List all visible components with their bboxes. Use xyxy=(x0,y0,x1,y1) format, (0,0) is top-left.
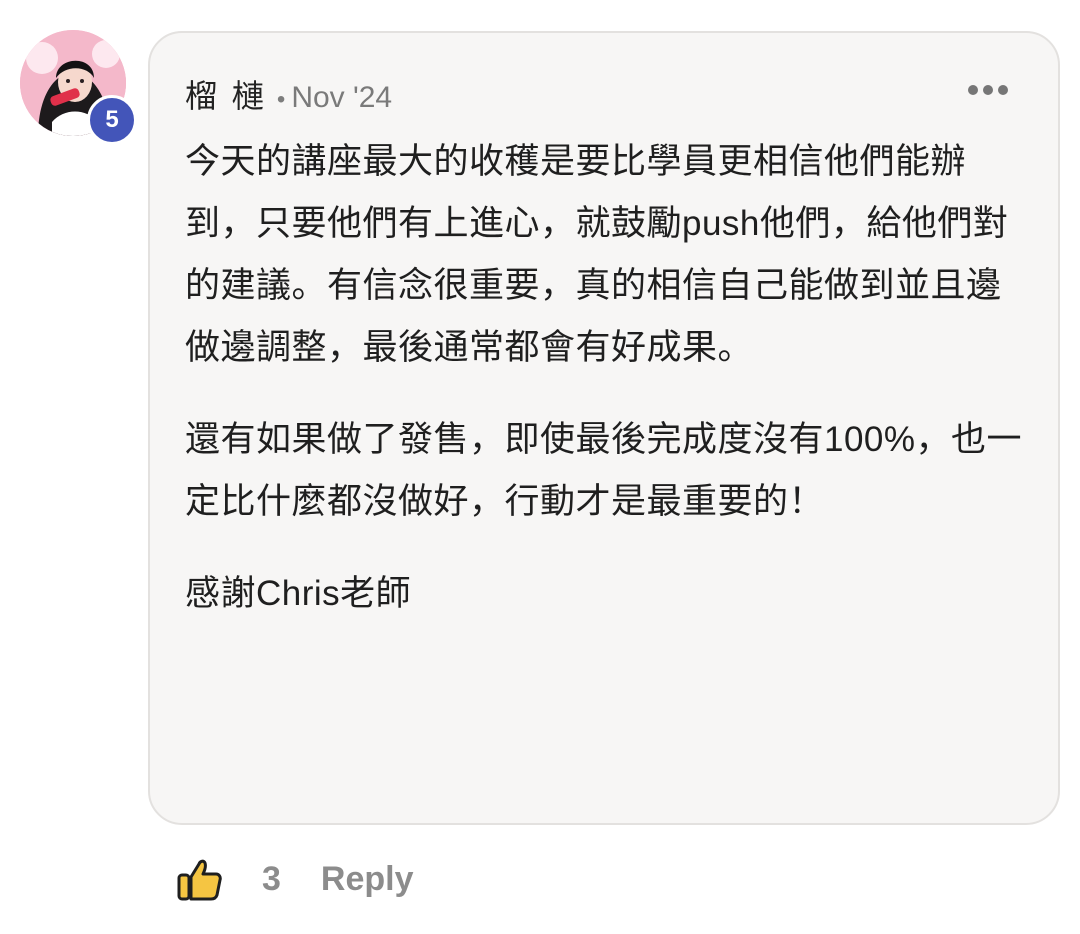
like-count: 3 xyxy=(262,859,281,898)
more-horizontal-icon xyxy=(968,85,978,95)
thumbs-up-icon xyxy=(177,859,222,901)
comment-body: 今天的講座最大的收穫是要比學員更相信他們能辦到，只要他們有上進心，就鼓勵push… xyxy=(185,131,1030,625)
meta-separator: • xyxy=(276,86,286,113)
author-name[interactable]: 榴 槤 xyxy=(185,71,267,117)
comment-actions: 3 Reply xyxy=(176,852,414,906)
comment-paragraph: 還有如果做了發售，即使最後完成度沒有100%，也一定比什麼都沒做好，行動才是最重… xyxy=(185,420,1023,521)
comment-meta: 榴 槤 • Nov '24 xyxy=(185,71,392,117)
comment-paragraph: 今天的講座最大的收穫是要比學員更相信他們能辦到，只要他們有上進心，就鼓勵push… xyxy=(185,142,1009,367)
more-horizontal-icon-dot xyxy=(998,85,1008,95)
comment-thread: 5 榴 槤 • Nov '24 今天的講座最大的收穫是要比學員更相信他們能辦到，… xyxy=(0,0,1080,934)
comment-card: 榴 槤 • Nov '24 今天的講座最大的收穫是要比學員更相信他們能辦到，只要… xyxy=(148,31,1060,825)
more-options-button[interactable] xyxy=(968,85,1008,95)
comment-timestamp[interactable]: Nov '24 xyxy=(291,81,392,115)
comment-paragraph: 感謝Chris老師 xyxy=(185,574,412,613)
reply-button[interactable]: Reply xyxy=(321,860,414,899)
more-horizontal-icon-dot xyxy=(983,85,993,95)
like-button[interactable] xyxy=(176,855,224,903)
level-badge: 5 xyxy=(87,95,137,145)
